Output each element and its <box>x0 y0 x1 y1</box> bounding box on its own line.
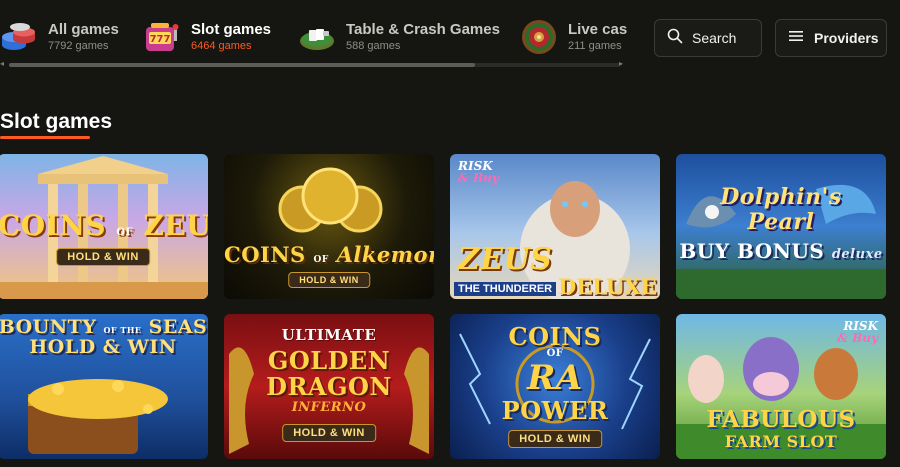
game-title: ULTIMATE <box>281 326 377 344</box>
search-label: Search <box>692 30 737 46</box>
slot-machine-icon: 777 <box>143 17 181 55</box>
game-title: COINS <box>508 322 602 351</box>
search-icon <box>667 28 683 49</box>
card-table-icon <box>298 17 336 55</box>
menu-icon <box>788 29 804 48</box>
category-scrollbar-thumb[interactable] <box>9 63 475 67</box>
category-label: Live cas <box>568 21 628 38</box>
buy-label: & Buy <box>837 331 878 345</box>
game-badge: HOLD & WIN <box>288 272 370 288</box>
game-subtitle: RA <box>527 358 583 398</box>
providers-label: Providers <box>814 30 879 46</box>
svg-text:777: 777 <box>150 34 171 45</box>
game-title-of: OF <box>116 227 134 238</box>
scroll-left-arrow-icon[interactable]: ◂ <box>0 59 4 68</box>
game-tile-coins-of-alkemor[interactable]: COINS OF Alkemor HOLD & WIN <box>224 154 434 299</box>
scroll-right-arrow-icon[interactable]: ▸ <box>619 59 623 68</box>
category-count: 7792 games <box>48 40 109 52</box>
game-extra: DELUXE <box>558 274 657 299</box>
search-button[interactable]: Search <box>654 19 762 57</box>
game-extra: BUY BONUS <box>679 239 825 263</box>
game-subtitle: Pearl <box>747 209 815 235</box>
category-label: Slot games <box>191 21 272 38</box>
game-title: COINS <box>0 209 107 242</box>
game-tile-coins-of-zeus[interactable]: COINS OF ZEUS HOLD & WIN <box>0 154 208 299</box>
game-tile-fabulous-farm-slot[interactable]: RISK & Buy FABULOUS FARM SLOT <box>676 314 886 459</box>
game-title: BOUNTY <box>0 316 97 338</box>
game-tile-bounty-of-the-seas[interactable]: BOUNTY OF THE SEAS HOLD & WIN <box>0 314 208 459</box>
category-count: 588 games <box>346 40 401 52</box>
category-strip: All games 7792 games 777 Slot games 6464… <box>0 0 630 62</box>
game-title: Dolphin's <box>720 184 842 210</box>
game-badge: HOLD & WIN <box>29 336 177 358</box>
category-count: 211 games <box>568 40 622 52</box>
game-subtitle: SEAS <box>148 316 208 338</box>
buy-label: & Buy <box>458 171 499 185</box>
category-all-games[interactable]: All games 7792 games <box>0 17 119 57</box>
game-subtitle: ZEUS <box>143 209 208 242</box>
game-badge: HOLD & WIN <box>508 430 602 448</box>
game-extra2: INFERNO <box>291 400 367 415</box>
section-title: Slot games <box>0 110 113 133</box>
category-live-casino[interactable]: Live cas 211 games <box>520 17 627 57</box>
game-subtitle: Alkemor <box>336 242 434 267</box>
game-subtitle: GOLDEN <box>267 346 391 375</box>
category-label: Table & Crash Games <box>346 21 500 38</box>
game-tile-zeus-the-thunderer-deluxe[interactable]: RISK & Buy ZEUS THE THUNDERER DELUXE <box>450 154 660 299</box>
game-extra: POWER <box>501 396 609 425</box>
game-subtitle: THE THUNDERER <box>454 282 557 296</box>
category-table-crash-games[interactable]: Table & Crash Games 588 games <box>298 17 500 57</box>
chips-stack-icon <box>0 17 38 55</box>
game-extra: DRAGON <box>266 372 392 401</box>
game-extra2: deluxe <box>831 247 883 262</box>
game-tile-ultimate-golden-dragon-inferno[interactable]: ULTIMATE GOLDEN DRAGON INFERNO HOLD & WI… <box>224 314 434 459</box>
game-subtitle: FARM SLOT <box>724 432 838 451</box>
game-tile-coins-of-ra-power[interactable]: COINS OF RA POWER HOLD & WIN <box>450 314 660 459</box>
game-title-of: OF THE <box>103 325 142 335</box>
game-title: ZEUS <box>457 242 553 277</box>
section-title-underline <box>0 136 90 139</box>
category-slot-games[interactable]: 777 Slot games 6464 games <box>143 17 271 57</box>
category-count: 6464 games <box>191 40 252 52</box>
game-badge: HOLD & WIN <box>282 424 376 442</box>
game-title: FABULOUS <box>706 406 856 433</box>
game-title: COINS <box>224 242 306 267</box>
game-title-of: OF <box>313 255 329 265</box>
providers-button[interactable]: Providers <box>775 19 887 57</box>
game-badge: HOLD & WIN <box>56 248 150 266</box>
category-label: All games <box>48 21 119 38</box>
game-tile-dolphins-pearl[interactable]: Dolphin's Pearl BUY BONUS deluxe <box>676 154 886 299</box>
roulette-wheel-icon <box>520 17 558 55</box>
